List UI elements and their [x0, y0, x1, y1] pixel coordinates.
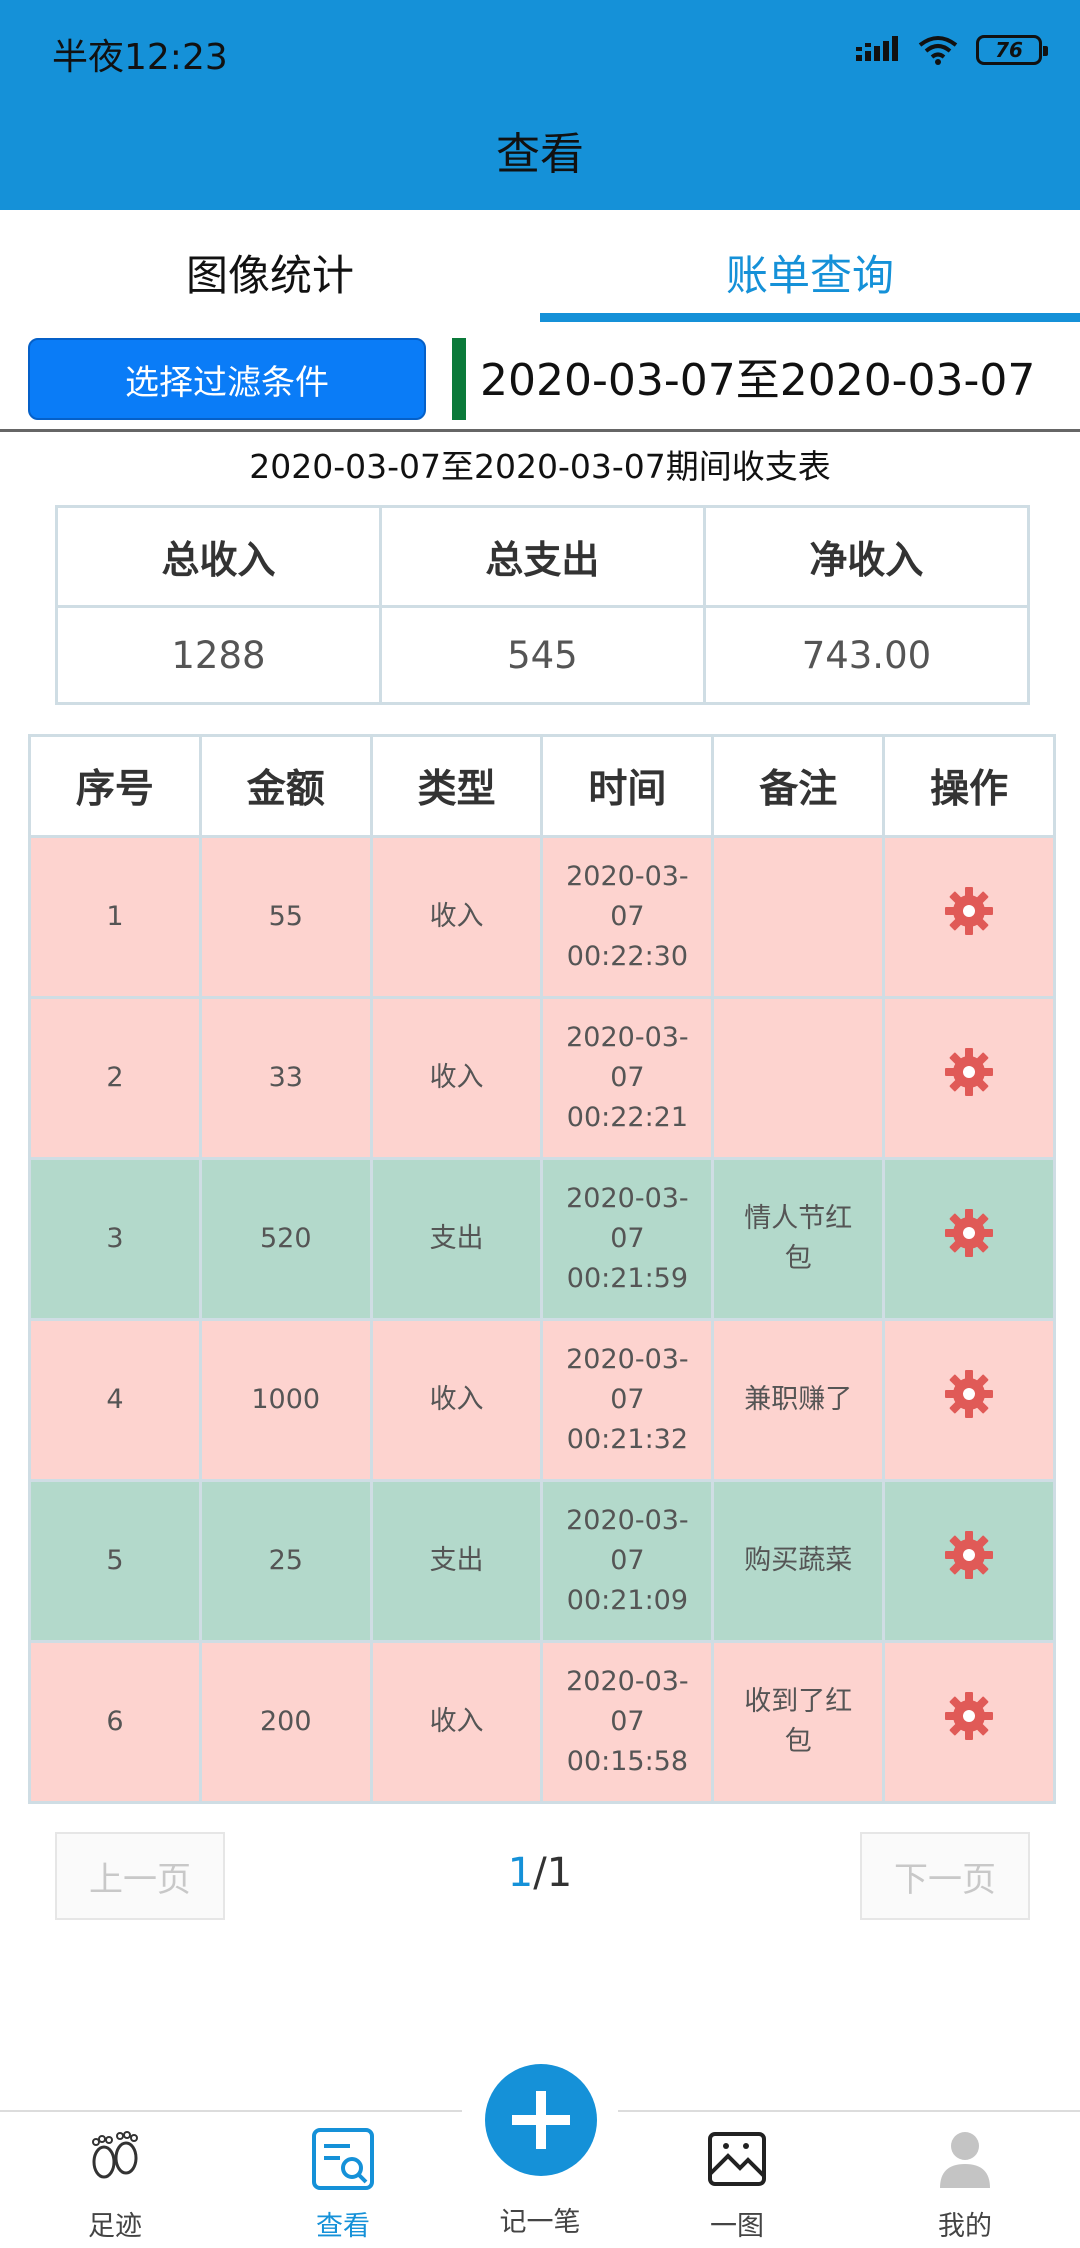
footprints-icon: [92, 2131, 138, 2179]
page-total: 1: [546, 1850, 573, 1896]
nav-label-mine: 我的: [938, 2211, 992, 2242]
cell-action: [882, 996, 1056, 1160]
page-title: 查看: [496, 129, 584, 180]
add-record-label: 记一笔: [499, 2207, 581, 2238]
cell-no: 2: [28, 996, 202, 1160]
cell-no: 6: [28, 1640, 202, 1804]
column-header-type: 类型: [369, 734, 544, 838]
cell-type: 支出: [369, 1157, 544, 1321]
cell-type: 收入: [369, 1640, 544, 1804]
plus-icon: [512, 2091, 570, 2149]
cell-note: 情人节红包: [711, 1157, 886, 1321]
table-row: 1 55 收入 2020-03- 07 00:22:30: [28, 835, 1056, 999]
cell-time: 2020-03- 07 00:21:59: [540, 1157, 715, 1321]
app-header: 半夜12:23 76 查看: [0, 0, 1080, 210]
total-income-value: 1288: [55, 605, 382, 705]
view-icon: [312, 2128, 374, 2190]
net-income-value: 743.00: [702, 605, 1031, 705]
nav-item-view[interactable]: 查看: [263, 2126, 423, 2243]
cell-amount: 55: [198, 835, 373, 999]
table-row: 5 25 支出 2020-03- 07 00:21:09 购买蔬菜: [28, 1479, 1056, 1643]
bill-table: 序号 金额 类型 时间 备注 操作 1 55 收入 2020-03- 07 00:2…: [28, 734, 1056, 1804]
cell-amount: 25: [198, 1479, 373, 1643]
cell-time: 2020-03- 07 00:21:09: [540, 1479, 715, 1643]
date-range-label: 2020-03-07至2020-03-07: [480, 355, 1036, 406]
battery-icon: 76: [976, 35, 1048, 65]
page-current: 1: [507, 1850, 534, 1896]
cell-action: [882, 1479, 1056, 1643]
nav-label-view: 查看: [316, 2211, 370, 2242]
tab-image-stats[interactable]: 图像统计: [0, 210, 540, 322]
cell-time: 2020-03- 07 00:15:58: [540, 1640, 715, 1804]
signal-icon: [856, 36, 898, 61]
cell-no: 3: [28, 1157, 202, 1321]
next-page-button[interactable]: 下一页: [860, 1832, 1030, 1920]
total-income-header: 总收入: [55, 505, 382, 608]
tab-bill-query[interactable]: 账单查询: [540, 210, 1080, 322]
nav-label-footprints: 足迹: [88, 2211, 142, 2242]
nav-item-footprints[interactable]: 足迹: [35, 2126, 195, 2243]
pagination: 上一页 1/1 下一页: [0, 1832, 1080, 1920]
wifi-icon: [918, 36, 958, 65]
cell-type: 支出: [369, 1479, 544, 1643]
date-marker: [452, 338, 466, 420]
summary-title: 2020-03-07至2020-03-07期间收支表: [249, 447, 831, 486]
cell-action: [882, 1157, 1056, 1321]
gear-icon[interactable]: [944, 1369, 994, 1419]
cell-amount: 520: [198, 1157, 373, 1321]
nav-item-picture[interactable]: 一图: [657, 2126, 817, 2243]
table-header-row: 序号 金额 类型 时间 备注 操作: [28, 734, 1056, 838]
cell-no: 5: [28, 1479, 202, 1643]
table-row: 4 1000 收入 2020-03- 07 00:21:32 兼职赚了: [28, 1318, 1056, 1482]
cell-type: 收入: [369, 1318, 544, 1482]
cell-type: 收入: [369, 835, 544, 999]
table-row: 6 200 收入 2020-03- 07 00:15:58 收到了红包: [28, 1640, 1056, 1804]
cell-amount: 1000: [198, 1318, 373, 1482]
cell-no: 4: [28, 1318, 202, 1482]
filter-row: 选择过滤条件 2020-03-07至2020-03-07: [0, 322, 1080, 432]
cell-note: 兼职赚了: [711, 1318, 886, 1482]
user-icon: [940, 2132, 990, 2188]
picture-icon: [708, 2132, 766, 2186]
table-row: 3 520 支出 2020-03- 07 00:21:59 情人节红包: [28, 1157, 1056, 1321]
select-filter-button[interactable]: 选择过滤条件: [28, 338, 426, 420]
summary-table: 总收入 总支出 净收入 1288 545 743.00: [55, 505, 1031, 705]
cell-note: [711, 835, 886, 999]
gear-icon[interactable]: [944, 886, 994, 936]
gear-icon[interactable]: [944, 1691, 994, 1741]
cell-amount: 33: [198, 996, 373, 1160]
net-income-header: 净收入: [702, 505, 1031, 608]
cell-note: 购买蔬菜: [711, 1479, 886, 1643]
cell-time: 2020-03- 07 00:22:30: [540, 835, 715, 999]
cell-action: [882, 835, 1056, 999]
cell-type: 收入: [369, 996, 544, 1160]
nav-item-mine[interactable]: 我的: [885, 2126, 1045, 2243]
status-time: 半夜12:23: [52, 37, 228, 78]
gear-icon[interactable]: [944, 1208, 994, 1258]
nav-label-picture: 一图: [710, 2211, 764, 2242]
column-header-no: 序号: [28, 734, 202, 838]
gear-icon[interactable]: [944, 1047, 994, 1097]
tab-bar: 图像统计 账单查询: [0, 210, 1080, 322]
column-header-note: 备注: [711, 734, 886, 838]
table-row: 2 33 收入 2020-03- 07 00:22:21: [28, 996, 1056, 1160]
cell-amount: 200: [198, 1640, 373, 1804]
column-header-time: 时间: [540, 734, 715, 838]
add-record-button[interactable]: [485, 2064, 597, 2176]
cell-note: 收到了红包: [711, 1640, 886, 1804]
cell-time: 2020-03- 07 00:22:21: [540, 996, 715, 1160]
total-expense-header: 总支出: [378, 505, 706, 608]
column-header-amount: 金额: [198, 734, 373, 838]
column-header-action: 操作: [882, 734, 1056, 838]
total-expense-value: 545: [378, 605, 706, 705]
cell-time: 2020-03- 07 00:21:32: [540, 1318, 715, 1482]
status-icons: 76: [856, 30, 1048, 70]
gear-icon[interactable]: [944, 1530, 994, 1580]
cell-action: [882, 1640, 1056, 1804]
cell-no: 1: [28, 835, 202, 999]
cell-action: [882, 1318, 1056, 1482]
cell-note: [711, 996, 886, 1160]
